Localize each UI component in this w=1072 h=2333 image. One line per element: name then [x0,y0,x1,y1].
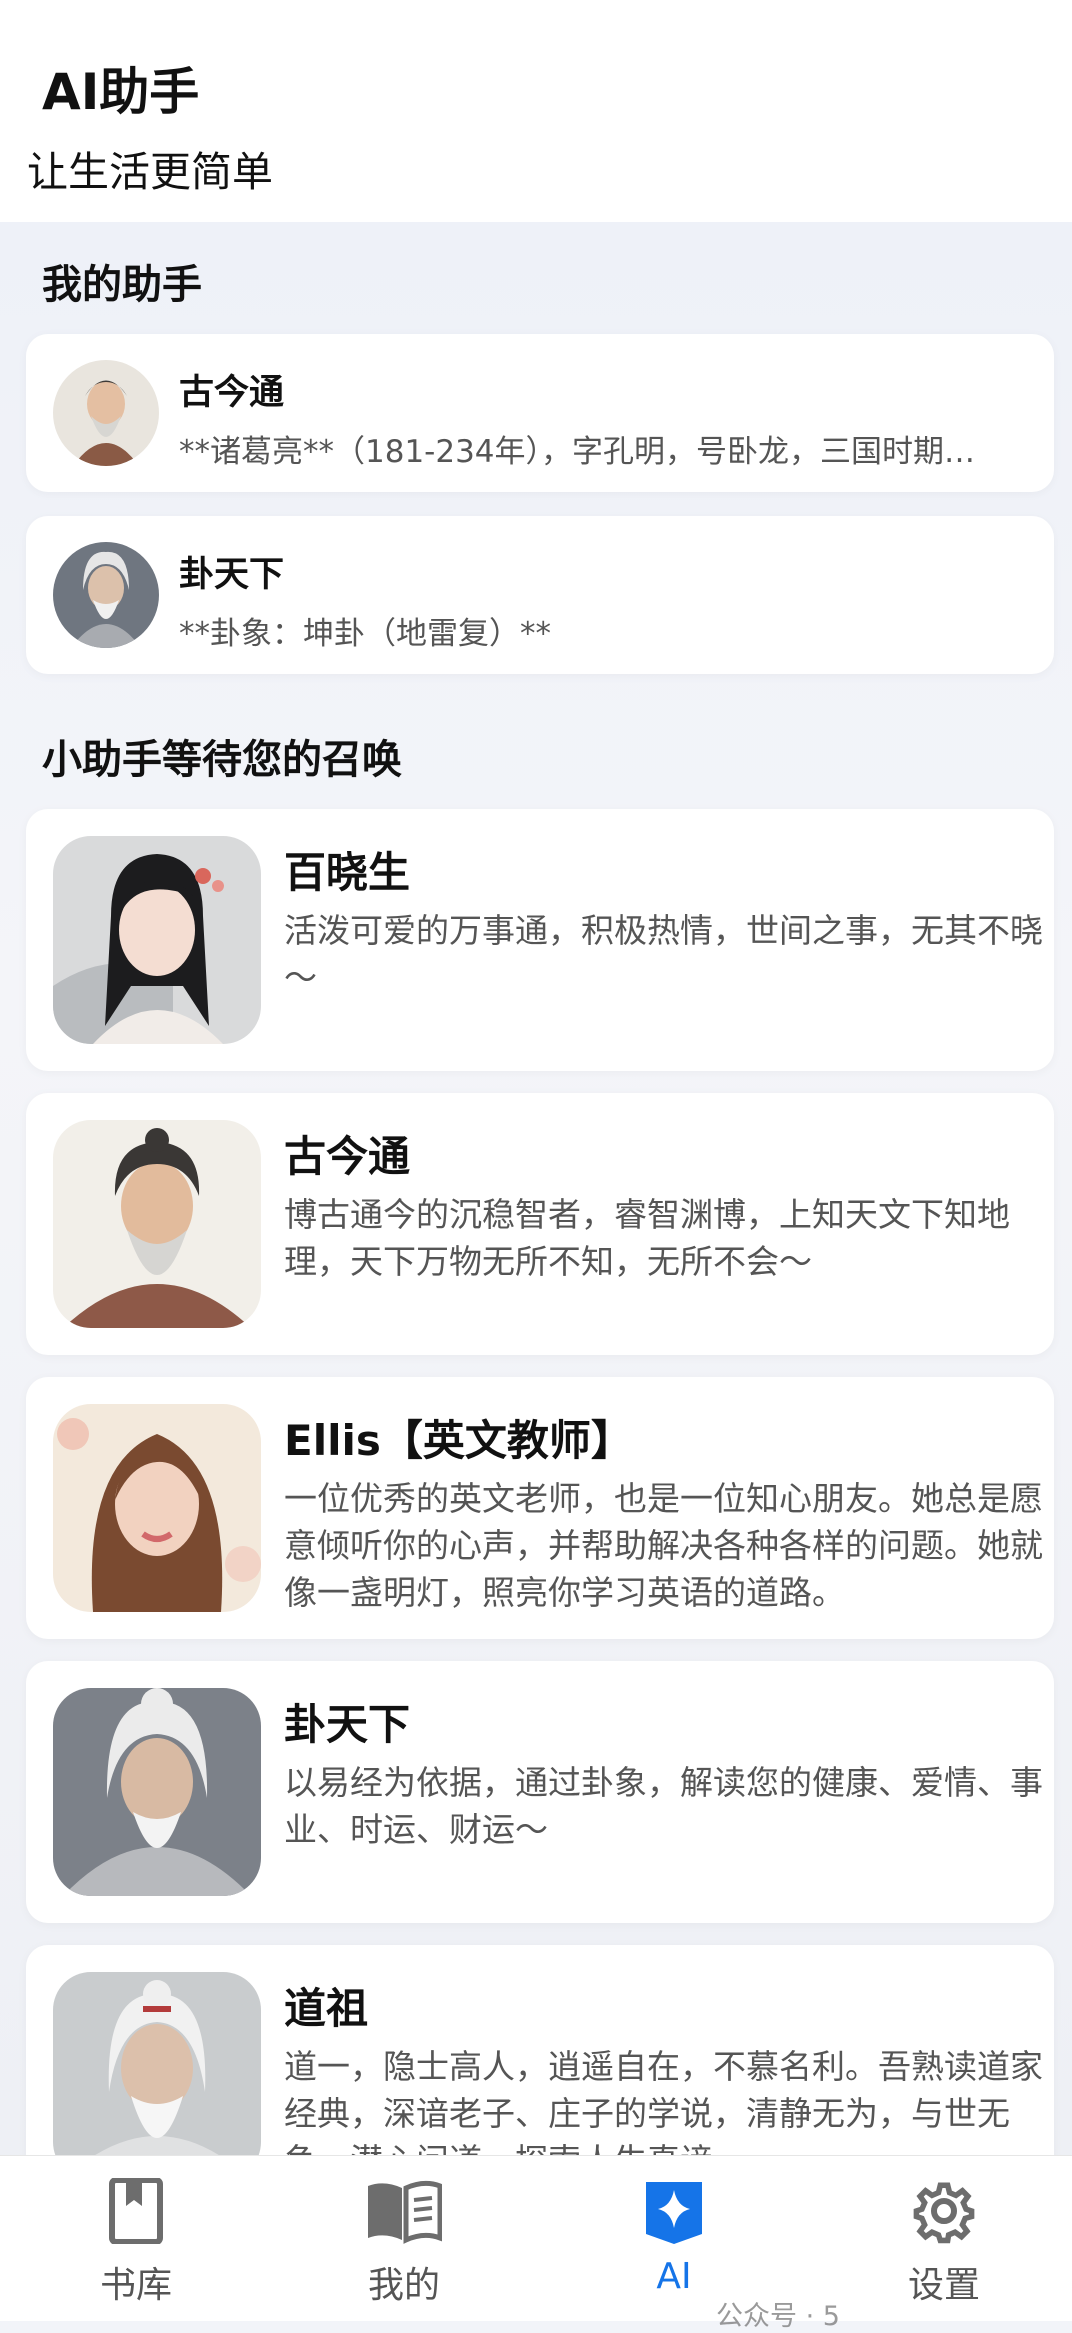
my-assistant-card-gujintong[interactable]: 古今通 **诸葛亮**（181-234年），字孔明，号卧龙，三国时期… [26,334,1054,492]
assistant-card-ellis[interactable]: Ellis【英文教师】 一位优秀的英文老师，也是一位知心朋友。她总是愿意倾听你的… [26,1377,1054,1639]
tab-label: 书库 [99,2265,172,2306]
tab-library[interactable]: 书库 [36,2156,236,2322]
assistant-list[interactable]: 我的助手 古今通 **诸葛亮**（181-234年），字孔明，号卧龙，三国时期… [0,222,1072,2155]
assistant-last-message: **卦象：坤卦（地雷复）** [179,616,551,652]
avatar [53,1972,261,2155]
assistant-last-message: **诸葛亮**（181-234年），字孔明，号卧龙，三国时期… [179,434,976,470]
assistant-card-guatianxia[interactable]: 卦天下 以易经为依据，通过卦象，解读您的健康、爱情、事业、时运、财运～ [26,1661,1054,1923]
my-assistants-title: 我的助手 [42,262,202,308]
summon-section-title: 小助手等待您的召唤 [42,737,402,783]
avatar [53,1120,261,1328]
assistant-card-daozu[interactable]: 道祖 道一，隐士高人，逍遥自在，不慕名利。吾熟读道家经典，深谙老子、庄子的学说，… [26,1945,1054,2155]
avatar [53,1404,261,1612]
tab-label: AI [656,2256,692,2297]
assistant-description: 活泼可爱的万事通，积极热情，世间之事，无其不晓～ [284,911,1043,997]
tab-mine[interactable]: 我的 [304,2156,504,2322]
app-header: AI助手 让生活更简单 [0,0,1072,222]
my-assistant-card-guatianxia[interactable]: 卦天下 **卦象：坤卦（地雷复）** [26,516,1054,674]
bookmark-book-icon [104,2177,168,2245]
avatar [53,360,159,466]
tab-settings[interactable]: 设置 [844,2156,1044,2322]
watermark-text: 公众号 · 5 [716,2301,840,2332]
assistant-description: 一位优秀的英文老师，也是一位知心朋友。她总是愿意倾听你的心声，并帮助解决各种各样… [284,1479,1043,1612]
avatar [53,836,261,1044]
assistant-name: 道祖 [284,1984,369,2033]
tab-label: 我的 [367,2265,440,2306]
assistant-name: 卦天下 [284,1700,411,1749]
assistant-description: 以易经为依据，通过卦象，解读您的健康、爱情、事业、时运、财运～ [284,1763,1043,1849]
page-subtitle: 让生活更简单 [27,148,273,196]
tab-label: 设置 [907,2265,980,2306]
open-book-icon [368,2178,443,2244]
assistant-name: 卦天下 [179,555,285,595]
ai-sparkle-icon [642,2178,706,2244]
page-title: AI助手 [42,63,200,121]
assistant-name: 百晓生 [284,848,411,897]
assistant-description: 博古通今的沉稳智者，睿智渊博，上知天文下知地理，天下万物无所不知，无所不会～ [284,1195,1010,1281]
assistant-name: 古今通 [284,1132,411,1181]
assistant-description: 道一，隐士高人，逍遥自在，不慕名利。吾熟读道家经典，深谙老子、庄子的学说，清静无… [284,2047,1043,2155]
assistant-name: 古今通 [179,373,285,413]
assistant-name: Ellis【英文教师】 [284,1416,633,1465]
avatar [53,1688,261,1896]
gear-icon [912,2178,976,2244]
assistant-card-baixiaosheng[interactable]: 百晓生 活泼可爱的万事通，积极热情，世间之事，无其不晓～ [26,809,1054,1071]
assistant-card-gujintong[interactable]: 古今通 博古通今的沉稳智者，睿智渊博，上知天文下知地理，天下万物无所不知，无所不… [26,1093,1054,1355]
avatar [53,542,159,648]
bottom-tab-bar: 书库 我的 AI 设置 公众号 · 5 [0,2155,1072,2332]
